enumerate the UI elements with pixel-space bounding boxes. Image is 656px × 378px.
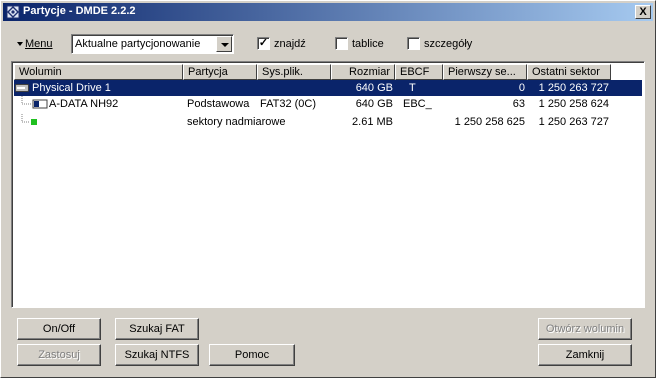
help-button[interactable]: Pomoc bbox=[209, 344, 295, 366]
cell-volume: A-DATA NH92 bbox=[49, 98, 119, 110]
search-ntfs-button[interactable]: Szukaj NTFS bbox=[115, 344, 199, 366]
column-header-ebcf[interactable]: EBCF bbox=[395, 64, 443, 80]
free-space-icon bbox=[21, 114, 37, 125]
cell-volume: Physical Drive 1 bbox=[32, 80, 182, 96]
partition-list[interactable]: Wolumin Partycja Sys.plik. Rozmiar EBCF … bbox=[11, 61, 645, 308]
cell-size: 640 GB bbox=[355, 98, 393, 110]
on-off-button[interactable]: On/Off bbox=[17, 318, 101, 340]
search-fat-button[interactable]: Szukaj FAT bbox=[115, 318, 199, 340]
cell-size: 640 GB bbox=[355, 82, 393, 94]
cell-filesystem: FAT32 (0C) bbox=[260, 98, 317, 110]
cell-size: 2.61 MB bbox=[352, 116, 393, 128]
cell-last-sector: 1 250 263 727 bbox=[538, 82, 609, 94]
close-button[interactable]: Zamknij bbox=[538, 344, 632, 366]
table-row[interactable]: A-DATA NH92 Podstawowa FAT32 (0C) 640 GB… bbox=[14, 96, 642, 112]
find-label: znajdź bbox=[274, 37, 306, 50]
details-checkbox[interactable]: szczegóły bbox=[407, 37, 472, 50]
tables-label: tablice bbox=[352, 37, 384, 50]
open-volume-button[interactable]: Otwórz wolumin bbox=[538, 318, 632, 340]
column-header-filesystem[interactable]: Sys.plik. bbox=[257, 64, 331, 80]
tables-checkbox[interactable]: tablice bbox=[335, 37, 384, 50]
partitioning-select-value: Aktualne partycjonowanie bbox=[75, 38, 201, 50]
cell-last-sector: 1 250 258 624 bbox=[538, 98, 609, 110]
close-icon[interactable]: X bbox=[635, 5, 651, 19]
cell-partition: Podstawowa bbox=[187, 98, 250, 110]
tables-checkbox-box[interactable] bbox=[335, 37, 348, 50]
app-icon bbox=[6, 5, 20, 19]
cell-last-sector: 1 250 263 727 bbox=[538, 116, 609, 128]
dropdown-arrow-icon[interactable] bbox=[216, 36, 232, 52]
menu-label: Menu bbox=[25, 38, 53, 50]
title-bar[interactable]: Partycje - DMDE 2.2.2 X bbox=[3, 3, 653, 21]
cell-ebcf: T bbox=[409, 82, 416, 94]
find-checkbox[interactable]: ✓ znajdź bbox=[257, 37, 306, 50]
chevron-down-icon bbox=[17, 42, 23, 47]
column-header-size[interactable]: Rozmiar bbox=[331, 64, 395, 80]
column-header-first-sector[interactable]: Pierwszy se... bbox=[443, 64, 527, 80]
window-title: Partycje - DMDE 2.2.2 bbox=[23, 5, 136, 17]
details-checkbox-box[interactable] bbox=[407, 37, 420, 50]
partitioning-select[interactable]: Aktualne partycjonowanie bbox=[71, 34, 234, 54]
table-row[interactable]: sektory nadmiarowe 2.61 MB 1 250 258 625… bbox=[14, 114, 642, 130]
hard-drive-icon bbox=[15, 84, 29, 92]
cell-first-sector: 0 bbox=[518, 82, 525, 94]
column-header-partition[interactable]: Partycja bbox=[183, 64, 257, 80]
cell-partition: sektory nadmiarowe bbox=[187, 116, 286, 128]
partitions-window: Partycje - DMDE 2.2.2 X Menu Aktualne pa… bbox=[0, 0, 656, 378]
cell-ebcf: EBC_ bbox=[403, 98, 432, 110]
tree-connector-icon bbox=[21, 96, 48, 109]
cell-first-sector: 1 250 258 625 bbox=[454, 116, 525, 128]
apply-button[interactable]: Zastosuj bbox=[17, 344, 101, 366]
table-row[interactable]: Physical Drive 1 640 GB T 0 1 250 263 72… bbox=[14, 80, 642, 96]
column-header-last-sector[interactable]: Ostatni sektor bbox=[527, 64, 611, 80]
cell-first-sector: 63 bbox=[512, 98, 525, 110]
column-header-volume[interactable]: Wolumin bbox=[14, 64, 183, 80]
details-label: szczegóły bbox=[424, 37, 473, 50]
find-checkbox-box[interactable]: ✓ bbox=[257, 37, 270, 50]
menu-button[interactable]: Menu bbox=[17, 38, 53, 50]
